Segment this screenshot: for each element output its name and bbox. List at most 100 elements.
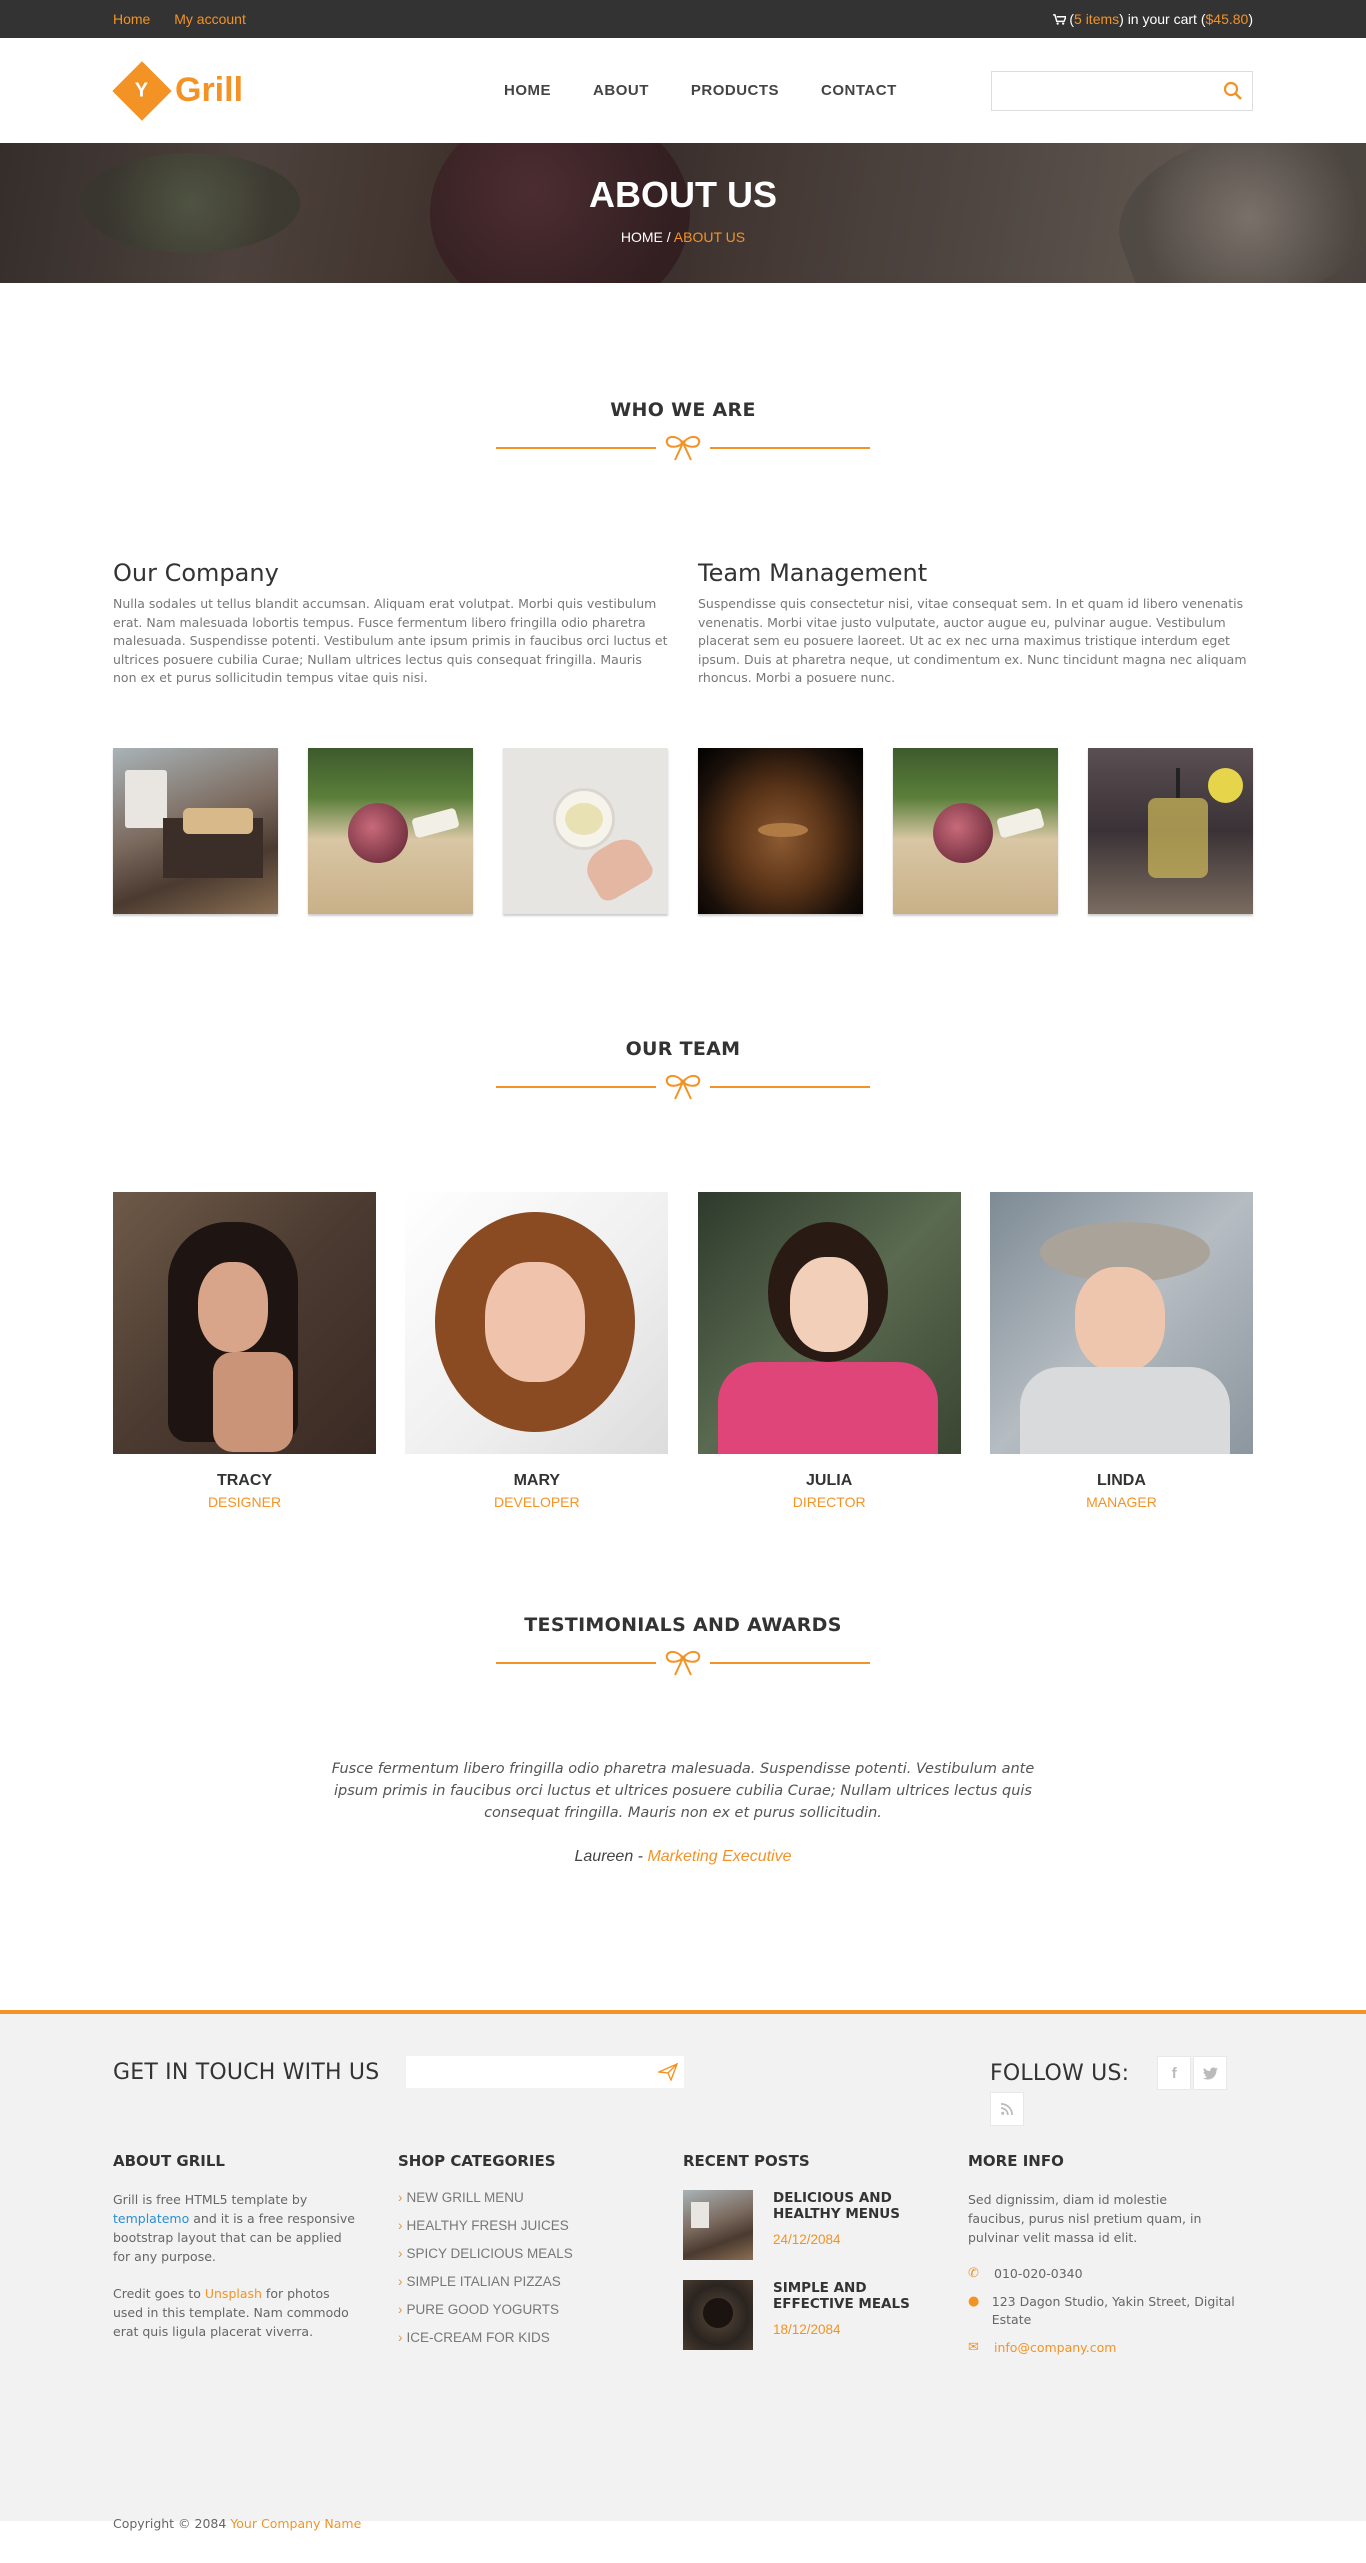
author-sep: - bbox=[633, 1847, 648, 1865]
gallery-image-tea[interactable] bbox=[1088, 747, 1253, 914]
unsplash-link[interactable]: Unsplash bbox=[205, 2286, 262, 2301]
post-date: 18/12/2084 bbox=[773, 2322, 841, 2337]
about-text: Grill is free HTML5 template by bbox=[113, 2192, 308, 2207]
gallery-image-onion[interactable] bbox=[308, 747, 473, 914]
team-member-linda: LINDA MANAGER bbox=[989, 1191, 1253, 1510]
footer-more-info: MORE INFO Sed dignissim, diam id molesti… bbox=[968, 2152, 1253, 2370]
breadcrumb-current: ABOUT US bbox=[673, 229, 746, 245]
templatemo-link[interactable]: templatemo bbox=[113, 2211, 189, 2226]
email-line: ✉ info@company.com bbox=[968, 2339, 1238, 2357]
footer-categories: SHOP CATEGORIES › NEW GRILL MENU › HEALTHY… bbox=[398, 2152, 683, 2370]
testimonial-author: Laureen - Marketing Executive bbox=[113, 1848, 1253, 1866]
recent-post[interactable]: SIMPLE AND EFFECTIVE MEALS 18/12/2084 bbox=[683, 2280, 968, 2350]
cart-icon bbox=[1053, 14, 1067, 25]
nav-products[interactable]: PRODUCTS bbox=[691, 82, 779, 99]
recent-post[interactable]: DELICIOUS AND HEALTHY MENUS 24/12/2084 bbox=[683, 2190, 968, 2260]
contact-title: GET IN TOUCH WITH US bbox=[113, 2059, 380, 2085]
phone-number: 010-020-0340 bbox=[994, 2266, 1083, 2281]
top-link-home[interactable]: Home bbox=[113, 11, 150, 27]
team-member-mary: MARY DEVELOPER bbox=[405, 1191, 669, 1510]
logo[interactable]: Y Grill bbox=[112, 60, 244, 121]
team-photo[interactable] bbox=[113, 1191, 376, 1454]
chevron-right-icon: › bbox=[398, 2330, 403, 2345]
category-link[interactable]: › SPICY DELICIOUS MEALS bbox=[398, 2246, 683, 2261]
chevron-right-icon: › bbox=[398, 2190, 403, 2205]
category-label: NEW GRILL MENU bbox=[406, 2190, 524, 2205]
cart-summary[interactable]: (5 items) in your cart ($45.80) bbox=[1053, 11, 1253, 27]
section-title-who: WHO WE ARE bbox=[610, 399, 756, 421]
breadcrumb-home[interactable]: HOME bbox=[621, 229, 663, 245]
facebook-icon[interactable]: f bbox=[1157, 2056, 1192, 2090]
post-date: 24/12/2084 bbox=[773, 2232, 841, 2247]
team-management-text: Suspendisse quis consectetur nisi, vitae… bbox=[698, 596, 1247, 685]
rss-icon[interactable] bbox=[990, 2092, 1024, 2126]
email-link[interactable]: info@company.com bbox=[994, 2339, 1116, 2357]
cart-items: 5 items bbox=[1074, 11, 1120, 27]
category-label: SPICY DELICIOUS MEALS bbox=[406, 2246, 573, 2261]
copyright: Copyright © 2084 Your Company Name bbox=[113, 2516, 361, 2531]
top-bar: Home My account (5 items) in your cart (… bbox=[0, 0, 1366, 38]
section-title-testimonials: TESTIMONIALS AND AWARDS bbox=[524, 1613, 842, 1636]
footer-about-text-2: Credit goes to Unsplash for photos used … bbox=[113, 2284, 358, 2341]
bow-icon bbox=[665, 436, 701, 461]
top-link-my-account[interactable]: My account bbox=[174, 11, 246, 27]
search-icon[interactable] bbox=[1222, 80, 1244, 102]
gallery-image-onion-2[interactable] bbox=[893, 747, 1058, 914]
section-divider bbox=[113, 433, 1253, 463]
post-thumbnail bbox=[683, 2190, 753, 2260]
gallery-image-bowl[interactable] bbox=[503, 747, 668, 914]
twitter-icon[interactable] bbox=[1193, 2056, 1228, 2090]
category-link[interactable]: › HEALTHY FRESH JUICES bbox=[398, 2218, 683, 2233]
nav-home[interactable]: HOME bbox=[504, 82, 551, 99]
address-text: 123 Dagon Studio, Yakin Street, Digital … bbox=[991, 2294, 1235, 2327]
our-company-block: Our Company Nulla sodales ut tellus blan… bbox=[113, 559, 668, 688]
team-photo[interactable] bbox=[405, 1191, 669, 1454]
header: Y Grill HOME ABOUT PRODUCTS CONTACT bbox=[0, 38, 1366, 143]
cart-suffix: ) bbox=[1248, 11, 1253, 27]
gallery bbox=[113, 747, 1253, 914]
our-company-heading: Our Company bbox=[113, 559, 279, 587]
cart-mid: ) in your cart ( bbox=[1119, 11, 1206, 27]
copyright-prefix: Copyright © 2084 bbox=[113, 2516, 231, 2531]
gallery-image-coffee[interactable] bbox=[113, 747, 278, 914]
member-role: DIRECTOR bbox=[792, 1493, 866, 1510]
phone-icon: ✆ bbox=[968, 2266, 979, 2281]
page-title: ABOUT US bbox=[589, 174, 777, 215]
chevron-right-icon: › bbox=[398, 2218, 403, 2233]
category-link[interactable]: › SIMPLE ITALIAN PIZZAS bbox=[398, 2274, 683, 2289]
who-we-are-section: WHO WE ARE Our Company Nulla sodales ut … bbox=[0, 283, 1366, 914]
footer-recent-posts: RECENT POSTS DELICIOUS AND HEALTHY MENUS… bbox=[683, 2152, 968, 2370]
section-title-team: OUR TEAM bbox=[625, 1037, 741, 1060]
more-info-text: Sed dignissim, diam id molestie faucibus… bbox=[968, 2192, 1202, 2245]
nav-about[interactable]: ABOUT bbox=[593, 82, 649, 99]
email-input[interactable] bbox=[406, 2056, 647, 2088]
newsletter-box bbox=[406, 2056, 685, 2088]
category-link[interactable]: › NEW GRILL MENU bbox=[398, 2190, 683, 2205]
team-member-tracy: TRACY DESIGNER bbox=[113, 1191, 376, 1510]
gallery-image-nuts[interactable] bbox=[698, 747, 863, 914]
company-link[interactable]: Your Company Name bbox=[230, 2516, 361, 2531]
footer-about-title: ABOUT GRILL bbox=[113, 2152, 225, 2170]
post-title: SIMPLE AND EFFECTIVE MEALS bbox=[773, 2280, 910, 2312]
search-input[interactable] bbox=[992, 72, 1212, 110]
footer-categories-title: SHOP CATEGORIES bbox=[398, 2152, 556, 2170]
logo-text: Grill bbox=[175, 71, 244, 109]
footer-about: ABOUT GRILL Grill is free HTML5 template… bbox=[113, 2152, 398, 2370]
category-link[interactable]: › PURE GOOD YOGURTS bbox=[398, 2302, 683, 2317]
team-photo[interactable] bbox=[697, 1191, 961, 1454]
logo-glass-icon: Y bbox=[112, 60, 172, 121]
category-label: SIMPLE ITALIAN PIZZAS bbox=[406, 2274, 561, 2289]
section-divider bbox=[113, 1648, 1253, 1678]
page-banner: ABOUT US HOME / ABOUT US bbox=[0, 143, 1366, 283]
category-link[interactable]: › ICE-CREAM FOR KIDS bbox=[398, 2330, 683, 2345]
member-name: LINDA bbox=[1097, 1471, 1146, 1489]
cart-total: $45.80 bbox=[1205, 11, 1249, 27]
nav-contact[interactable]: CONTACT bbox=[821, 82, 897, 99]
team-photo[interactable] bbox=[989, 1191, 1253, 1454]
footer-about-text-1: Grill is free HTML5 template by template… bbox=[113, 2190, 358, 2266]
our-company-text: Nulla sodales ut tellus blandit accumsan… bbox=[113, 596, 668, 685]
member-role: DESIGNER bbox=[207, 1493, 282, 1510]
member-name: MARY bbox=[513, 1471, 561, 1489]
member-name: JULIA bbox=[806, 1471, 853, 1489]
send-icon[interactable] bbox=[658, 2063, 679, 2081]
